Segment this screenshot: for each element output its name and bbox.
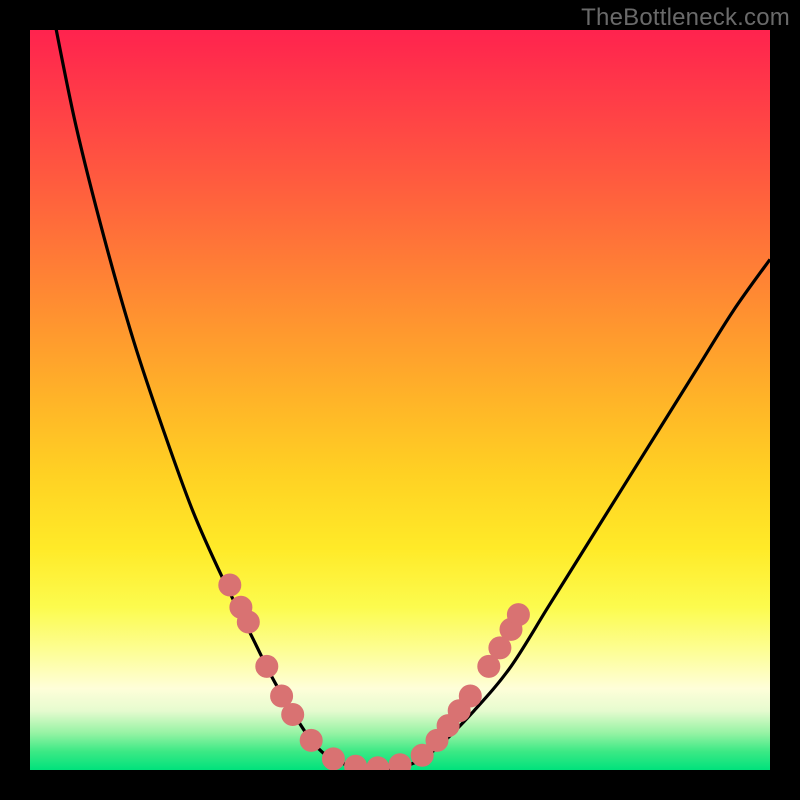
curve-markers <box>219 574 530 770</box>
curve-marker <box>219 574 241 596</box>
curve-marker <box>322 748 344 770</box>
curve-marker <box>237 611 259 633</box>
curve-marker <box>459 685 481 707</box>
curve-marker <box>256 655 278 677</box>
curve-marker <box>300 729 322 751</box>
curve-marker <box>367 757 389 770</box>
curve-marker <box>282 704 304 726</box>
curve-marker <box>345 755 367 770</box>
bottleneck-curve <box>45 30 770 770</box>
curve-marker <box>389 754 411 770</box>
plot-area <box>30 30 770 770</box>
curve-svg <box>30 30 770 770</box>
chart-frame: TheBottleneck.com <box>0 0 800 800</box>
curve-marker <box>507 604 529 626</box>
watermark-text: TheBottleneck.com <box>581 4 790 32</box>
